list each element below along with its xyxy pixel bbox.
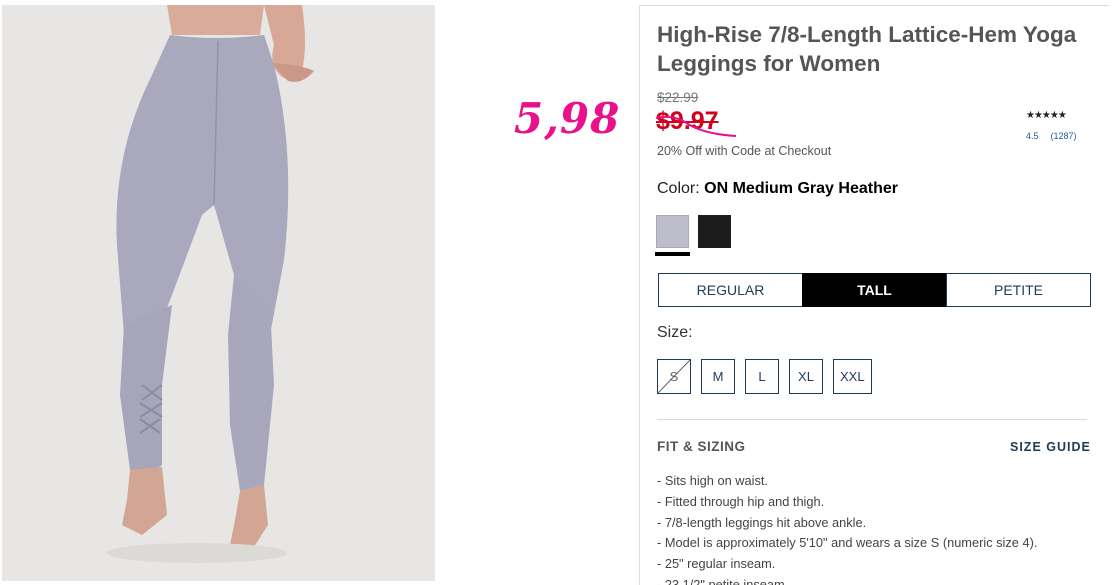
size-button-s[interactable]: S <box>657 359 691 394</box>
fit-type-tabs: REGULAR TALL PETITE <box>658 273 1091 307</box>
size-button-l[interactable]: L <box>745 359 779 394</box>
size-button-xxl[interactable]: XXL <box>833 359 872 394</box>
list-item: Fitted through hip and thigh. <box>657 492 1037 513</box>
tab-regular[interactable]: REGULAR <box>658 273 803 307</box>
list-item: Model is approximately 5'10" and wears a… <box>657 533 1038 554</box>
unavailable-slash-icon <box>658 360 690 393</box>
color-selection: Color: ON Medium Gray Heather <box>657 180 898 198</box>
tab-tall[interactable]: TALL <box>802 273 947 307</box>
original-price: $22.99 <box>657 90 699 105</box>
product-details-panel: High-Rise 7/8-Length Lattice-Hem Yoga Le… <box>639 5 1109 585</box>
star-rating-icon: ★★★★★ <box>1026 110 1067 121</box>
section-divider <box>657 419 1087 420</box>
selected-color-name: ON Medium Gray Heather <box>704 180 898 197</box>
size-label: Size: <box>657 324 693 341</box>
leggings-illustration <box>107 5 314 563</box>
swatch-black[interactable] <box>698 215 731 248</box>
selected-swatch-indicator <box>655 252 690 256</box>
list-item: 7/8-length leggings hit above ankle. <box>657 513 1037 534</box>
list-item: 25" regular inseam. <box>657 554 1037 575</box>
rating-widget[interactable]: ★★★★★ 4.5 (1287) <box>1026 110 1086 141</box>
list-item: Sits high on waist. <box>657 471 1037 492</box>
size-button-m[interactable]: M <box>701 359 735 394</box>
product-title: High-Rise 7/8-Length Lattice-Hem Yoga Le… <box>657 22 1077 76</box>
rating-value: 4.5 <box>1026 131 1039 141</box>
size-options: S M L XL XXL <box>657 359 872 394</box>
size-button-xl[interactable]: XL <box>789 359 823 394</box>
handwritten-price-annotation: 5,98 <box>514 94 621 143</box>
strike-scribble <box>655 115 737 137</box>
swatch-medium-gray-heather[interactable] <box>656 215 689 248</box>
review-count-link[interactable]: (1287) <box>1051 131 1077 141</box>
color-label: Color: <box>657 180 700 197</box>
list-item: 23 1/2" petite inseam. <box>657 575 1037 585</box>
fit-sizing-heading: FIT & SIZING <box>657 439 746 454</box>
size-guide-link[interactable]: SIZE GUIDE <box>1010 440 1091 454</box>
product-photo[interactable] <box>2 5 435 581</box>
promo-text: 20% Off with Code at Checkout <box>657 144 832 158</box>
tab-petite[interactable]: PETITE <box>946 273 1091 307</box>
fit-details-list: Sits high on waist. Fitted through hip a… <box>657 471 1038 585</box>
